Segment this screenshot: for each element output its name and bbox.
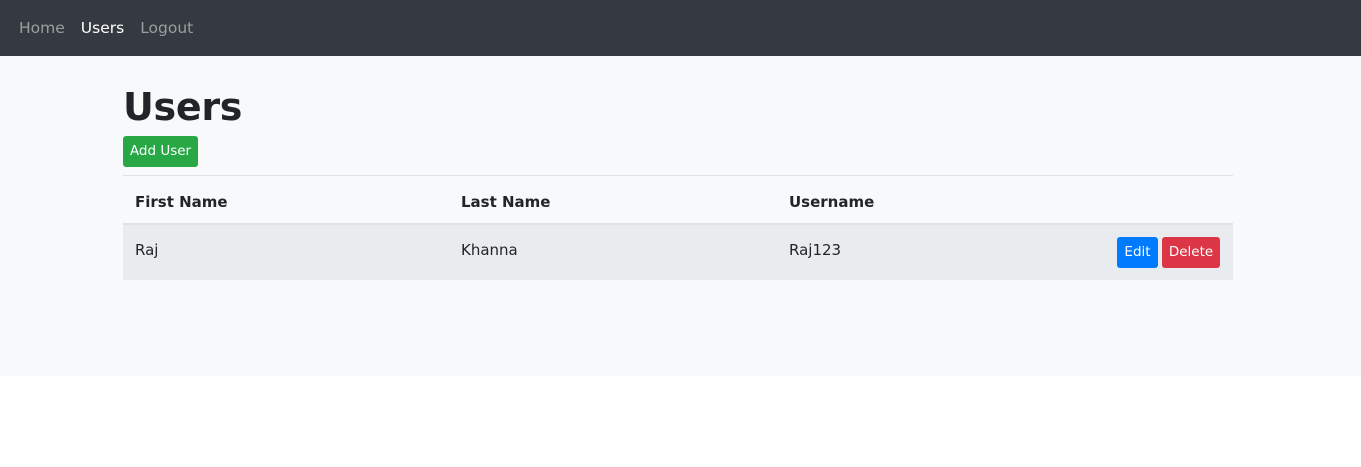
- cell-first-name: Raj: [135, 241, 159, 259]
- table-row: Raj Khanna Raj123 Edit Delete: [123, 225, 1233, 280]
- table-header-row: First Name Last Name Username: [123, 176, 1233, 225]
- cell-last-name: Khanna: [461, 241, 518, 259]
- nav-link-home[interactable]: Home: [19, 19, 65, 37]
- add-user-button[interactable]: Add User: [123, 136, 198, 167]
- column-header-username: Username: [789, 193, 875, 211]
- main-content: Users Add User First Name Last Name User…: [0, 56, 1361, 376]
- users-table: First Name Last Name Username Raj Khanna…: [123, 175, 1233, 280]
- column-header-last-name: Last Name: [461, 193, 551, 211]
- nav-link-users[interactable]: Users: [81, 19, 124, 37]
- column-header-first-name: First Name: [135, 193, 228, 211]
- cell-username: Raj123: [789, 241, 842, 259]
- page-title: Users: [123, 85, 243, 129]
- delete-button[interactable]: Delete: [1162, 237, 1220, 268]
- nav-link-logout[interactable]: Logout: [140, 19, 193, 37]
- top-navbar: Home Users Logout: [0, 0, 1361, 56]
- edit-button[interactable]: Edit: [1117, 237, 1158, 268]
